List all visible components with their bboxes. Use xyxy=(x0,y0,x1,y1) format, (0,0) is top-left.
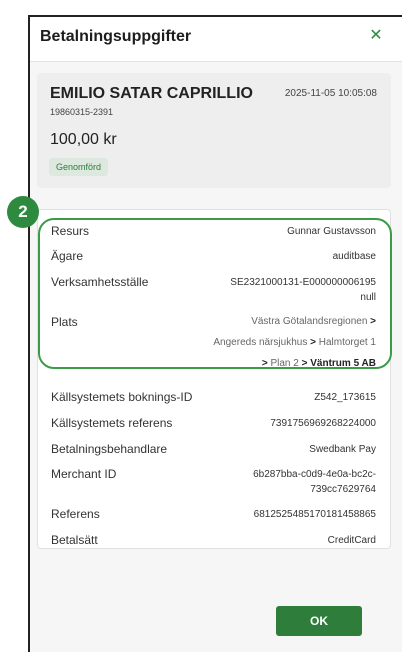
detail-value-line: 739cc7629764 xyxy=(310,484,376,495)
detail-label: Källsystemets referens xyxy=(51,416,173,430)
status-badge: Genomförd xyxy=(49,158,109,176)
detail-value: 681252548517018145886​5 xyxy=(253,509,376,520)
detail-value-line: null xyxy=(360,292,376,303)
payment-amount: 100,00 kr xyxy=(50,131,117,148)
detail-label: Betalningsbehandlare xyxy=(51,442,168,456)
detail-value: Swedbank Pay xyxy=(309,444,376,455)
payment-timestamp: 2025-11-05 10:05:08 xyxy=(284,88,377,99)
detail-label: Ägare xyxy=(51,249,84,263)
detail-value: 7391756969268224000 xyxy=(270,418,376,429)
ok-button[interactable]: OK xyxy=(276,606,362,636)
detail-value: Z542_173615 xyxy=(314,392,376,403)
close-icon[interactable]: ✕ xyxy=(366,26,386,46)
detail-value-line: 6b287bba-c0d9-4e0a-bc2c- xyxy=(253,469,376,480)
step-number-badge: 2 xyxy=(7,196,39,228)
detail-label: Betalsätt xyxy=(51,533,98,547)
payer-personal-number: 19860315-2391 xyxy=(50,107,114,117)
detail-label: Referens xyxy=(51,507,100,521)
chevron-right-icon: > xyxy=(261,358,268,369)
detail-value: CreditCard xyxy=(327,535,376,546)
payer-name: EMILIO SATAR CAPRILLIO xyxy=(50,85,253,102)
detail-value: auditbase xyxy=(332,251,376,262)
detail-label: Merchant ID xyxy=(51,467,117,481)
location-crumb[interactable]: Västra Götalandsregionen xyxy=(251,316,367,327)
location-breadcrumb: Västra Götalandsregionen > Angereds närs… xyxy=(213,311,376,374)
chevron-right-icon: > xyxy=(310,337,316,348)
location-crumb[interactable]: Halmtorget 1 xyxy=(319,337,376,348)
location-crumb-current: Väntrum 5 AB xyxy=(310,358,376,369)
location-crumb[interactable]: Angereds närsjukhus xyxy=(213,337,307,348)
detail-label: Resurs xyxy=(51,224,90,238)
payment-details-card: Resurs Gunnar Gustavsson Ägare auditbase… xyxy=(37,209,391,549)
chevron-right-icon: > xyxy=(301,358,308,369)
detail-label: Källsystemets boknings-ID xyxy=(51,390,193,404)
dialog-title: Betalningsuppgifter xyxy=(40,28,192,45)
payment-details-dialog: Betalningsuppgifter ✕ EMILIO SATAR CAPRI… xyxy=(28,15,402,652)
location-crumb[interactable]: Plan 2 xyxy=(270,358,298,369)
chevron-right-icon: > xyxy=(370,316,376,327)
detail-label: Plats xyxy=(51,315,78,329)
detail-value: Gunnar Gustavsson xyxy=(287,226,376,237)
detail-label: Verksamhetsställe xyxy=(51,275,149,289)
dialog-header: Betalningsuppgifter ✕ xyxy=(30,17,402,62)
payment-summary-card: EMILIO SATAR CAPRILLIO 19860315-2391 202… xyxy=(37,73,391,188)
detail-value: 6b287bba-c0d9-4e0a-bc2c- 739cc7629764 xyxy=(253,467,376,497)
detail-value-line: SE2321000131-E000000006195 xyxy=(230,277,376,288)
detail-value: SE2321000131-E000000006195 null xyxy=(230,275,376,305)
